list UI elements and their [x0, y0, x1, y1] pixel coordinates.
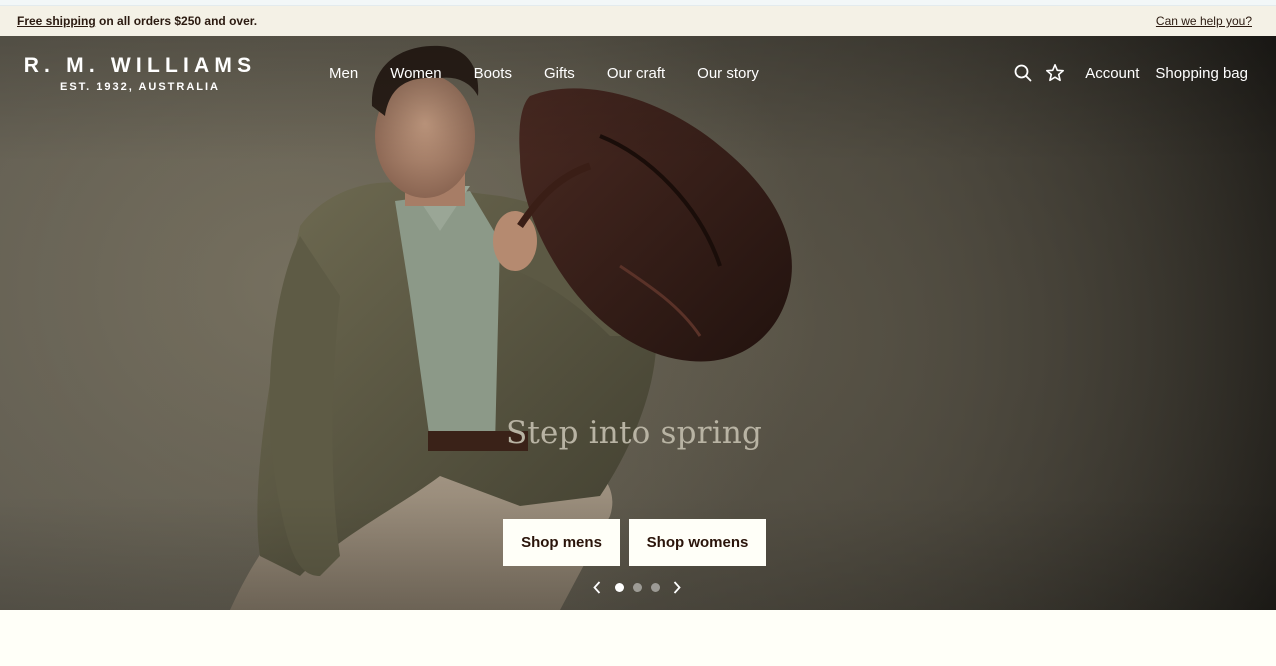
- promo-message-text: on all orders $250 and over.: [95, 14, 258, 28]
- account-link[interactable]: Account: [1085, 65, 1139, 82]
- shopping-bag-link[interactable]: Shopping bag: [1155, 65, 1248, 82]
- brand-tagline: EST. 1932, AUSTRALIA: [59, 81, 220, 93]
- nav-item-gifts[interactable]: Gifts: [544, 65, 575, 82]
- nav-item-boots[interactable]: Boots: [474, 65, 512, 82]
- carousel-dot-2[interactable]: [632, 582, 642, 592]
- carousel-dot-3[interactable]: [650, 582, 660, 592]
- nav-item-women[interactable]: Women: [390, 65, 441, 82]
- nav-item-our-story[interactable]: Our story: [697, 65, 759, 82]
- promo-bar: Free shipping on all orders $250 and ove…: [0, 6, 1276, 36]
- chevron-left-icon[interactable]: [590, 579, 604, 595]
- carousel-dot-1[interactable]: [614, 582, 624, 592]
- search-icon[interactable]: [1013, 63, 1033, 83]
- utility-navigation: Account Shopping bag: [1013, 63, 1248, 83]
- main-navigation: Men Women Boots Gifts Our craft Our stor…: [329, 65, 791, 82]
- brand-name: R. M. WILLIAMS: [23, 54, 257, 77]
- hero-title: Step into spring: [505, 415, 763, 451]
- help-link[interactable]: Can we help you?: [1156, 14, 1252, 28]
- hero-cta-group: Shop mens Shop womens: [503, 519, 766, 566]
- hero-banner: R. M. WILLIAMS EST. 1932, AUSTRALIA Men …: [0, 36, 1276, 610]
- shop-womens-button[interactable]: Shop womens: [629, 519, 766, 566]
- promo-message: Free shipping on all orders $250 and ove…: [17, 14, 257, 28]
- free-shipping-link[interactable]: Free shipping: [17, 14, 96, 28]
- brand-logo[interactable]: R. M. WILLIAMS EST. 1932, AUSTRALIA: [16, 54, 264, 93]
- hero-title-wrapper: Step into spring: [0, 415, 1276, 451]
- star-icon[interactable]: [1045, 63, 1065, 83]
- chevron-right-icon[interactable]: [670, 579, 684, 595]
- shop-mens-button[interactable]: Shop mens: [503, 519, 620, 566]
- below-hero-section: [0, 610, 1276, 666]
- carousel-controls: [590, 579, 684, 595]
- nav-item-men[interactable]: Men: [329, 65, 358, 82]
- nav-item-our-craft[interactable]: Our craft: [607, 65, 665, 82]
